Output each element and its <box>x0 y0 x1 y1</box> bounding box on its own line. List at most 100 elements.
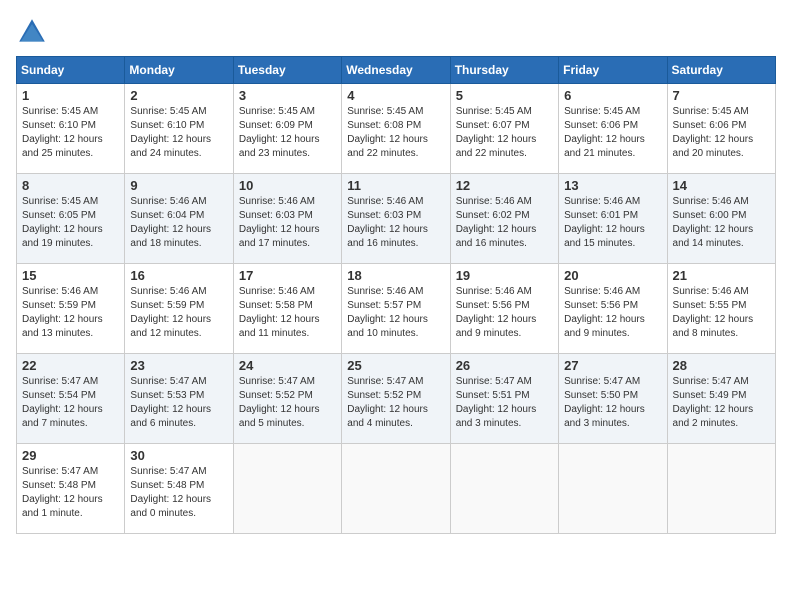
calendar-day-cell: 28 Sunrise: 5:47 AMSunset: 5:49 PMDayligh… <box>667 354 775 444</box>
day-number: 1 <box>22 88 119 103</box>
day-number: 18 <box>347 268 444 283</box>
day-info: Sunrise: 5:46 AMSunset: 5:56 PMDaylight:… <box>456 285 553 341</box>
calendar-day-cell: 16 Sunrise: 5:46 AMSunset: 5:59 PMDayligh… <box>125 264 233 354</box>
day-number: 3 <box>239 88 336 103</box>
day-info: Sunrise: 5:47 AMSunset: 5:53 PMDaylight:… <box>130 375 227 431</box>
calendar-day-cell: 11 Sunrise: 5:46 AMSunset: 6:03 PMDayligh… <box>342 174 450 264</box>
calendar-day-cell: 29Sunrise: 5:47 AMSunset: 5:48 PMDayligh… <box>17 444 125 534</box>
calendar-day-cell: 1 Sunrise: 5:45 AMSunset: 6:10 PMDaylight… <box>17 84 125 174</box>
column-header-monday: Monday <box>125 57 233 84</box>
day-info: Sunrise: 5:47 AMSunset: 5:49 PMDaylight:… <box>673 375 770 431</box>
day-number: 21 <box>673 268 770 283</box>
day-info: Sunrise: 5:45 AMSunset: 6:10 PMDaylight:… <box>22 105 119 161</box>
column-header-tuesday: Tuesday <box>233 57 341 84</box>
calendar-day-cell: 18 Sunrise: 5:46 AMSunset: 5:57 PMDayligh… <box>342 264 450 354</box>
day-number: 9 <box>130 178 227 193</box>
column-header-saturday: Saturday <box>667 57 775 84</box>
day-number: 22 <box>22 358 119 373</box>
logo-icon <box>16 16 48 48</box>
calendar-day-cell <box>559 444 667 534</box>
day-number: 19 <box>456 268 553 283</box>
day-info: Sunrise: 5:46 AMSunset: 5:59 PMDaylight:… <box>130 285 227 341</box>
calendar-table: SundayMondayTuesdayWednesdayThursdayFrid… <box>16 56 776 534</box>
day-info: Sunrise: 5:45 AMSunset: 6:09 PMDaylight:… <box>239 105 336 161</box>
day-number: 11 <box>347 178 444 193</box>
day-number: 26 <box>456 358 553 373</box>
calendar-day-cell: 3 Sunrise: 5:45 AMSunset: 6:09 PMDaylight… <box>233 84 341 174</box>
calendar-week-row: 22 Sunrise: 5:47 AMSunset: 5:54 PMDayligh… <box>17 354 776 444</box>
day-number: 24 <box>239 358 336 373</box>
day-number: 28 <box>673 358 770 373</box>
day-number: 20 <box>564 268 661 283</box>
calendar-week-row: 15Sunrise: 5:46 AMSunset: 5:59 PMDayligh… <box>17 264 776 354</box>
column-header-thursday: Thursday <box>450 57 558 84</box>
day-info: Sunrise: 5:46 AMSunset: 6:03 PMDaylight:… <box>347 195 444 251</box>
day-number: 10 <box>239 178 336 193</box>
column-header-sunday: Sunday <box>17 57 125 84</box>
day-info: Sunrise: 5:45 AMSunset: 6:07 PMDaylight:… <box>456 105 553 161</box>
day-info: Sunrise: 5:46 AMSunset: 6:04 PMDaylight:… <box>130 195 227 251</box>
day-info: Sunrise: 5:46 AMSunset: 5:59 PMDaylight:… <box>22 285 119 341</box>
day-info: Sunrise: 5:45 AMSunset: 6:06 PMDaylight:… <box>673 105 770 161</box>
calendar-day-cell: 24 Sunrise: 5:47 AMSunset: 5:52 PMDayligh… <box>233 354 341 444</box>
day-info: Sunrise: 5:47 AMSunset: 5:50 PMDaylight:… <box>564 375 661 431</box>
calendar-week-row: 8 Sunrise: 5:45 AMSunset: 6:05 PMDaylight… <box>17 174 776 264</box>
day-info: Sunrise: 5:46 AMSunset: 5:57 PMDaylight:… <box>347 285 444 341</box>
day-number: 13 <box>564 178 661 193</box>
day-number: 30 <box>130 448 227 463</box>
day-info: Sunrise: 5:46 AMSunset: 6:02 PMDaylight:… <box>456 195 553 251</box>
day-number: 23 <box>130 358 227 373</box>
day-number: 17 <box>239 268 336 283</box>
calendar-day-cell: 9 Sunrise: 5:46 AMSunset: 6:04 PMDaylight… <box>125 174 233 264</box>
day-info: Sunrise: 5:47 AMSunset: 5:48 PMDaylight:… <box>130 465 227 521</box>
calendar-day-cell: 7 Sunrise: 5:45 AMSunset: 6:06 PMDaylight… <box>667 84 775 174</box>
page-header <box>16 16 776 48</box>
calendar-day-cell: 17Sunrise: 5:46 AMSunset: 5:58 PMDayligh… <box>233 264 341 354</box>
calendar-day-cell: 2Sunrise: 5:45 AMSunset: 6:10 PMDaylight… <box>125 84 233 174</box>
calendar-day-cell <box>667 444 775 534</box>
day-info: Sunrise: 5:47 AMSunset: 5:52 PMDaylight:… <box>347 375 444 431</box>
day-info: Sunrise: 5:47 AMSunset: 5:51 PMDaylight:… <box>456 375 553 431</box>
day-number: 14 <box>673 178 770 193</box>
day-number: 16 <box>130 268 227 283</box>
calendar-day-cell: 5 Sunrise: 5:45 AMSunset: 6:07 PMDaylight… <box>450 84 558 174</box>
day-info: Sunrise: 5:47 AMSunset: 5:52 PMDaylight:… <box>239 375 336 431</box>
calendar-day-cell: 30 Sunrise: 5:47 AMSunset: 5:48 PMDayligh… <box>125 444 233 534</box>
day-info: Sunrise: 5:45 AMSunset: 6:08 PMDaylight:… <box>347 105 444 161</box>
day-info: Sunrise: 5:46 AMSunset: 5:55 PMDaylight:… <box>673 285 770 341</box>
day-info: Sunrise: 5:45 AMSunset: 6:06 PMDaylight:… <box>564 105 661 161</box>
calendar-day-cell: 27 Sunrise: 5:47 AMSunset: 5:50 PMDayligh… <box>559 354 667 444</box>
day-number: 4 <box>347 88 444 103</box>
day-info: Sunrise: 5:46 AMSunset: 6:03 PMDaylight:… <box>239 195 336 251</box>
day-number: 25 <box>347 358 444 373</box>
day-number: 27 <box>564 358 661 373</box>
day-info: Sunrise: 5:46 AMSunset: 6:00 PMDaylight:… <box>673 195 770 251</box>
day-info: Sunrise: 5:47 AMSunset: 5:48 PMDaylight:… <box>22 465 119 521</box>
calendar-day-cell: 20 Sunrise: 5:46 AMSunset: 5:56 PMDayligh… <box>559 264 667 354</box>
calendar-day-cell: 13 Sunrise: 5:46 AMSunset: 6:01 PMDayligh… <box>559 174 667 264</box>
calendar-day-cell: 6 Sunrise: 5:45 AMSunset: 6:06 PMDaylight… <box>559 84 667 174</box>
day-number: 7 <box>673 88 770 103</box>
logo <box>16 16 52 48</box>
calendar-day-cell: 23 Sunrise: 5:47 AMSunset: 5:53 PMDayligh… <box>125 354 233 444</box>
calendar-header-row: SundayMondayTuesdayWednesdayThursdayFrid… <box>17 57 776 84</box>
calendar-week-row: 1 Sunrise: 5:45 AMSunset: 6:10 PMDaylight… <box>17 84 776 174</box>
calendar-day-cell: 15Sunrise: 5:46 AMSunset: 5:59 PMDayligh… <box>17 264 125 354</box>
calendar-day-cell: 21 Sunrise: 5:46 AMSunset: 5:55 PMDayligh… <box>667 264 775 354</box>
day-number: 6 <box>564 88 661 103</box>
day-info: Sunrise: 5:47 AMSunset: 5:54 PMDaylight:… <box>22 375 119 431</box>
day-number: 8 <box>22 178 119 193</box>
day-info: Sunrise: 5:45 AMSunset: 6:05 PMDaylight:… <box>22 195 119 251</box>
day-info: Sunrise: 5:46 AMSunset: 5:56 PMDaylight:… <box>564 285 661 341</box>
column-header-friday: Friday <box>559 57 667 84</box>
day-info: Sunrise: 5:46 AMSunset: 6:01 PMDaylight:… <box>564 195 661 251</box>
calendar-day-cell: 12Sunrise: 5:46 AMSunset: 6:02 PMDayligh… <box>450 174 558 264</box>
calendar-day-cell: 19 Sunrise: 5:46 AMSunset: 5:56 PMDayligh… <box>450 264 558 354</box>
calendar-day-cell: 22 Sunrise: 5:47 AMSunset: 5:54 PMDayligh… <box>17 354 125 444</box>
day-number: 5 <box>456 88 553 103</box>
calendar-day-cell: 14 Sunrise: 5:46 AMSunset: 6:00 PMDayligh… <box>667 174 775 264</box>
calendar-body: 1 Sunrise: 5:45 AMSunset: 6:10 PMDaylight… <box>17 84 776 534</box>
calendar-day-cell: 25 Sunrise: 5:47 AMSunset: 5:52 PMDayligh… <box>342 354 450 444</box>
calendar-day-cell: 26 Sunrise: 5:47 AMSunset: 5:51 PMDayligh… <box>450 354 558 444</box>
calendar-day-cell <box>233 444 341 534</box>
